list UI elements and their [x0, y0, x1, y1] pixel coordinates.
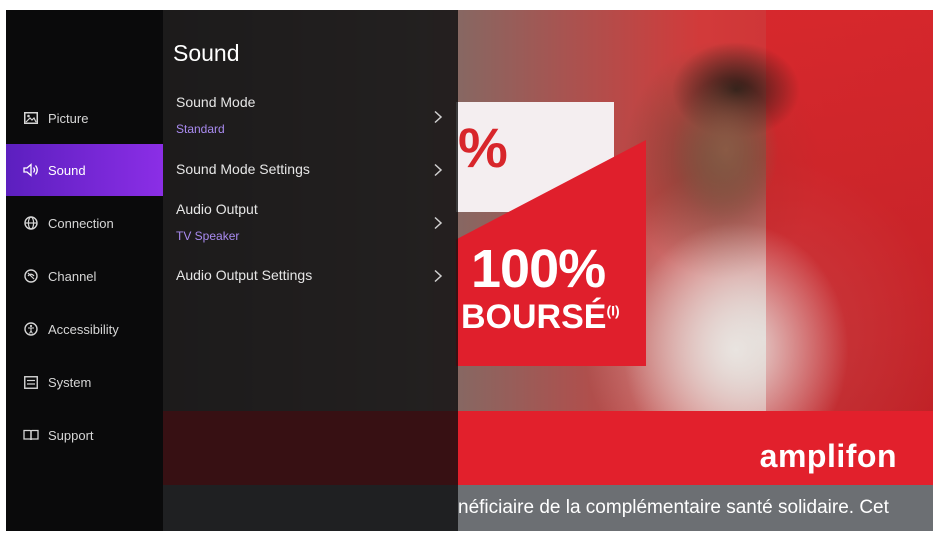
menu-row-sound-mode-settings[interactable]: Sound Mode Settings [163, 156, 458, 196]
row-value: Standard [176, 122, 225, 136]
accessibility-icon [23, 321, 39, 337]
row-label: Sound Mode [176, 94, 256, 110]
nav-item-accessibility[interactable]: Accessibility [6, 303, 163, 355]
menu-row-audio-output[interactable]: Audio Output TV Speaker [163, 196, 458, 248]
settings-sidebar: Picture Sound Connection Channel Accessi… [6, 10, 163, 531]
ticker-text: néficiaire de la complémentaire santé so… [458, 497, 889, 518]
chevron-right-icon [434, 216, 443, 230]
channel-icon [23, 268, 39, 284]
row-value: TV Speaker [176, 229, 240, 243]
ad-white-card-text: % [458, 116, 508, 179]
panel-title: Sound [173, 40, 240, 66]
brand-logo: amplifon [759, 438, 897, 474]
sound-icon [23, 162, 39, 178]
globe-icon [23, 215, 39, 231]
nav-item-label: System [48, 374, 92, 390]
tv-screen: % 100% BOURSÉ(I) amplifon néficiaire de … [6, 10, 933, 531]
nav-item-label: Sound [48, 162, 86, 178]
nav-item-label: Support [48, 427, 94, 443]
nav-item-label: Connection [48, 215, 114, 231]
system-icon [23, 374, 39, 390]
menu-row-audio-output-settings[interactable]: Audio Output Settings [163, 262, 458, 302]
nav-item-system[interactable]: System [6, 356, 163, 408]
nav-item-sound[interactable]: Sound [6, 144, 163, 196]
support-icon [23, 427, 39, 443]
nav-item-picture[interactable]: Picture [6, 92, 163, 144]
chevron-right-icon [434, 269, 443, 283]
nav-item-label: Picture [48, 110, 89, 126]
row-label: Audio Output [176, 201, 258, 217]
nav-item-connection[interactable]: Connection [6, 197, 163, 249]
row-label: Audio Output Settings [176, 267, 313, 283]
menu-row-sound-mode[interactable]: Sound Mode Standard [163, 90, 458, 142]
ad-rembourse-text: BOURSÉ(I) [461, 298, 620, 336]
row-label: Sound Mode Settings [176, 161, 310, 177]
nav-item-label: Channel [48, 268, 97, 284]
ad-footnote-mark: (I) [606, 302, 620, 319]
chevron-right-icon [434, 163, 443, 177]
nav-item-label: Accessibility [48, 321, 119, 337]
nav-item-channel[interactable]: Channel [6, 250, 163, 302]
nav-item-support[interactable]: Support [6, 409, 163, 461]
picture-icon [23, 110, 39, 126]
ad-percent-text: 100% [471, 239, 606, 299]
chevron-right-icon [434, 110, 443, 124]
